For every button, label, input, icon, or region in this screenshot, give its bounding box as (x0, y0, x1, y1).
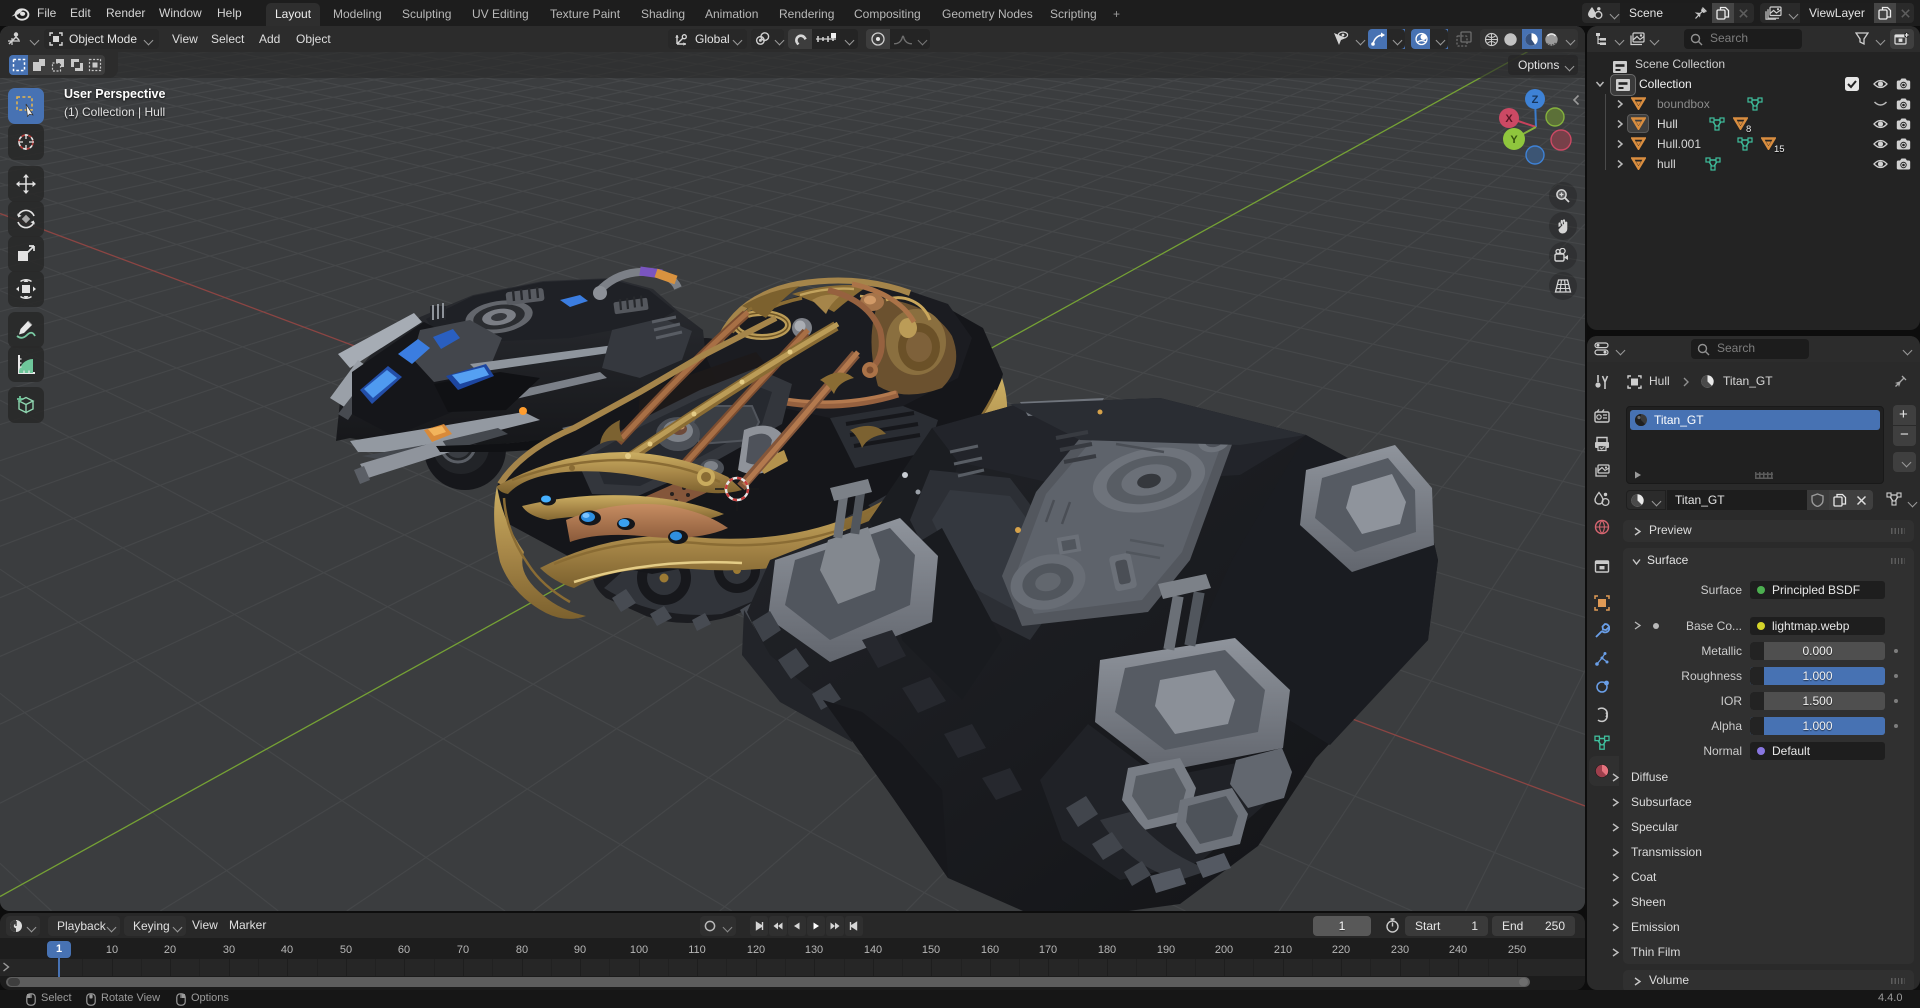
svg-text:X: X (1505, 113, 1513, 125)
svg-text:Z: Z (1532, 94, 1539, 106)
svg-text:Y: Y (1510, 134, 1518, 146)
